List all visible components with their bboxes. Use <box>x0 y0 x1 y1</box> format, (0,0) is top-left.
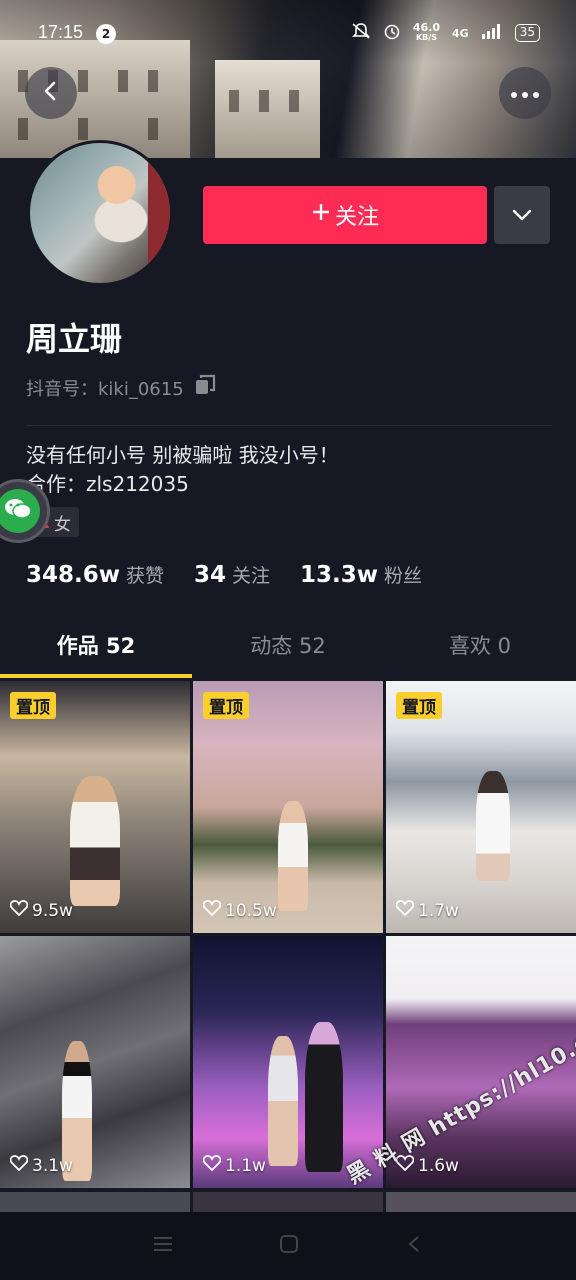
heart-icon <box>202 1155 222 1176</box>
stat-label: 关注 <box>232 565 271 587</box>
bio: 没有任何小号 别被骗啦 我没小号！ 合作：zls212035 <box>26 441 339 499</box>
like-count: 1.1w <box>202 1155 266 1176</box>
status-time: 17:15 <box>38 22 84 42</box>
signal-icon <box>481 23 503 43</box>
heart-icon <box>9 900 29 921</box>
network-label: 4G <box>452 26 469 40</box>
profile-tabs: 作品 52 动态 52 喜欢 0 <box>0 620 576 678</box>
like-count: 1.7w <box>395 900 459 921</box>
status-icons: 46.0 KB/S 4G 35 <box>351 22 540 44</box>
chevron-down-icon <box>512 206 532 225</box>
divider <box>26 425 552 426</box>
recommend-dropdown-button[interactable] <box>494 186 550 244</box>
bio-line: 合作：zls212035 <box>26 472 189 496</box>
gender-label: 女 <box>54 514 71 535</box>
stat-followers[interactable]: 13.3w 粉丝 <box>300 561 422 588</box>
video-thumbnail[interactable]: 置顶 1.7w <box>386 681 576 933</box>
stat-number: 13.3w <box>300 562 379 588</box>
douyin-id-row[interactable]: 抖音号：kiki_0615 <box>26 374 216 401</box>
avatar[interactable] <box>27 140 173 286</box>
system-navigation-bar <box>0 1212 576 1280</box>
chevron-left-icon <box>40 80 62 106</box>
plus-icon <box>311 202 331 228</box>
pinned-badge: 置顶 <box>203 692 249 719</box>
stat-number: 34 <box>194 562 227 588</box>
wechat-icon <box>4 497 32 525</box>
video-thumbnail[interactable] <box>0 1192 190 1212</box>
more-dots-icon <box>510 84 540 103</box>
menu-icon[interactable] <box>152 1235 174 1257</box>
banner-building <box>215 60 320 158</box>
mute-icon <box>351 22 371 44</box>
back-button[interactable] <box>25 67 77 119</box>
stat-label: 粉丝 <box>384 565 423 587</box>
profile-name: 周立珊 <box>26 320 123 358</box>
video-thumbnail[interactable]: 置顶 10.5w <box>193 681 383 933</box>
pinned-badge: 置顶 <box>396 692 442 719</box>
video-thumbnail[interactable]: 3.1w <box>0 936 190 1188</box>
stats-row: 348.6w 获赞 34 关注 13.3w 粉丝 <box>26 561 422 588</box>
heart-icon <box>202 900 222 921</box>
like-count: 3.1w <box>9 1155 73 1176</box>
notification-badge: 2 <box>96 24 116 44</box>
tab-moments[interactable]: 动态 52 <box>192 620 384 678</box>
like-count: 10.5w <box>202 900 277 921</box>
back-nav-icon[interactable] <box>404 1234 424 1258</box>
video-thumbnail[interactable]: 置顶 9.5w <box>0 681 190 933</box>
status-bar: 17:15 2 46.0 KB/S 4G 35 <box>0 0 576 70</box>
like-count: 9.5w <box>9 900 73 921</box>
douyin-id: 抖音号：kiki_0615 <box>26 378 184 400</box>
heart-icon <box>9 1155 29 1176</box>
stat-number: 348.6w <box>26 562 120 588</box>
stat-label: 获赞 <box>126 565 165 587</box>
tab-likes[interactable]: 喜欢 0 <box>384 620 576 678</box>
video-thumbnail[interactable] <box>193 1192 383 1212</box>
more-options-button[interactable] <box>499 67 551 119</box>
net-speed: 46.0 KB/S <box>412 21 441 42</box>
video-grid-next-row <box>0 1192 576 1212</box>
home-icon[interactable] <box>279 1234 299 1258</box>
video-thumbnail[interactable] <box>386 1192 576 1212</box>
follow-label: 关注 <box>334 204 379 229</box>
heart-icon <box>395 900 415 921</box>
bio-line: 没有任何小号 别被骗啦 我没小号！ <box>26 443 339 467</box>
battery-icon: 35 <box>514 24 540 42</box>
tab-works[interactable]: 作品 52 <box>0 620 192 678</box>
follow-button[interactable]: 关注 <box>203 186 487 244</box>
alarm-icon <box>383 22 401 44</box>
pinned-badge: 置顶 <box>10 692 56 719</box>
video-thumbnail[interactable]: 1.1w <box>193 936 383 1188</box>
stat-following[interactable]: 34 关注 <box>194 561 270 588</box>
copy-icon[interactable] <box>194 374 216 401</box>
stat-likes[interactable]: 348.6w 获赞 <box>26 561 164 588</box>
